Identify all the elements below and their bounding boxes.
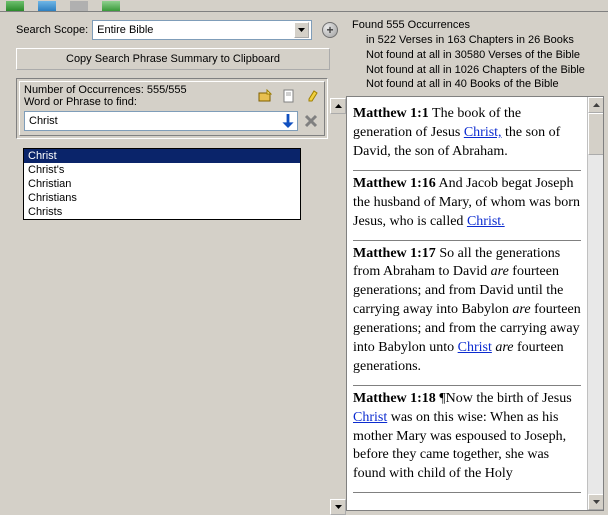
search-value: Christ xyxy=(29,115,58,127)
scope-select[interactable]: Entire Bible xyxy=(92,20,312,40)
verse-result[interactable]: Matthew 1:18 ¶Now the birth of Jesus Chr… xyxy=(353,386,581,493)
scope-value: Entire Bible xyxy=(97,24,153,36)
document-icon[interactable] xyxy=(282,89,296,103)
dropdown-arrow-icon[interactable] xyxy=(281,114,295,128)
verse-result[interactable]: Matthew 1:16 And Jacob begat Joseph the … xyxy=(353,171,581,241)
toolbar-icon[interactable] xyxy=(70,1,88,11)
scroll-down-button[interactable] xyxy=(330,499,346,515)
clear-search-button[interactable] xyxy=(302,112,320,130)
stats-not-books: Not found at all in 40 Books of the Bibl… xyxy=(352,77,602,92)
copy-summary-button[interactable]: Copy Search Phrase Summary to Clipboard xyxy=(16,48,330,70)
autocomplete-item[interactable]: Christ's xyxy=(24,163,300,177)
scroll-up-button[interactable] xyxy=(588,97,604,113)
add-scope-button[interactable]: + xyxy=(322,22,338,38)
occurrence-count: Number of Occurrences: 555/555 xyxy=(24,84,187,96)
search-input[interactable]: Christ xyxy=(24,111,298,131)
highlighter-icon[interactable] xyxy=(306,89,320,103)
chevron-down-icon[interactable] xyxy=(294,22,309,38)
search-panel: Search Scope: Entire Bible + Copy Search… xyxy=(0,12,346,515)
find-label: Word or Phrase to find: xyxy=(24,96,187,108)
autocomplete-item[interactable]: Christians xyxy=(24,191,300,205)
autocomplete-item[interactable]: Christ xyxy=(24,149,300,163)
new-folder-icon[interactable] xyxy=(258,89,272,103)
results-panel: Matthew 1:1 The book of the generation o… xyxy=(346,96,604,511)
autocomplete-item[interactable]: Christian xyxy=(24,177,300,191)
toolbar-icon[interactable] xyxy=(102,1,120,11)
stats-verses: in 522 Verses in 163 Chapters in 26 Book… xyxy=(352,33,602,48)
stats-found: Found 555 Occurrences xyxy=(352,18,602,33)
scroll-down-button[interactable] xyxy=(588,494,604,510)
scroll-thumb[interactable] xyxy=(588,113,604,155)
scope-label: Search Scope: xyxy=(16,24,88,36)
autocomplete-list[interactable]: ChristChrist'sChristianChristiansChrists xyxy=(23,148,301,220)
stats-not-verses: Not found at all in 30580 Verses of the … xyxy=(352,48,602,63)
results-scrollbar[interactable] xyxy=(587,97,603,510)
scroll-up-button[interactable] xyxy=(330,98,346,114)
toolbar-fragment xyxy=(0,0,608,12)
verse-result[interactable]: Matthew 1:1 The book of the generation o… xyxy=(353,101,581,171)
toolbar-icon[interactable] xyxy=(6,1,24,11)
left-scrollbar[interactable] xyxy=(330,98,346,515)
verse-result[interactable]: Matthew 1:17 So all the generations from… xyxy=(353,241,581,386)
search-statistics: Found 555 Occurrences in 522 Verses in 1… xyxy=(346,12,608,96)
toolbar-icon[interactable] xyxy=(38,1,56,11)
autocomplete-item[interactable]: Christs xyxy=(24,205,300,219)
stats-not-chapters: Not found at all in 1026 Chapters of the… xyxy=(352,63,602,78)
